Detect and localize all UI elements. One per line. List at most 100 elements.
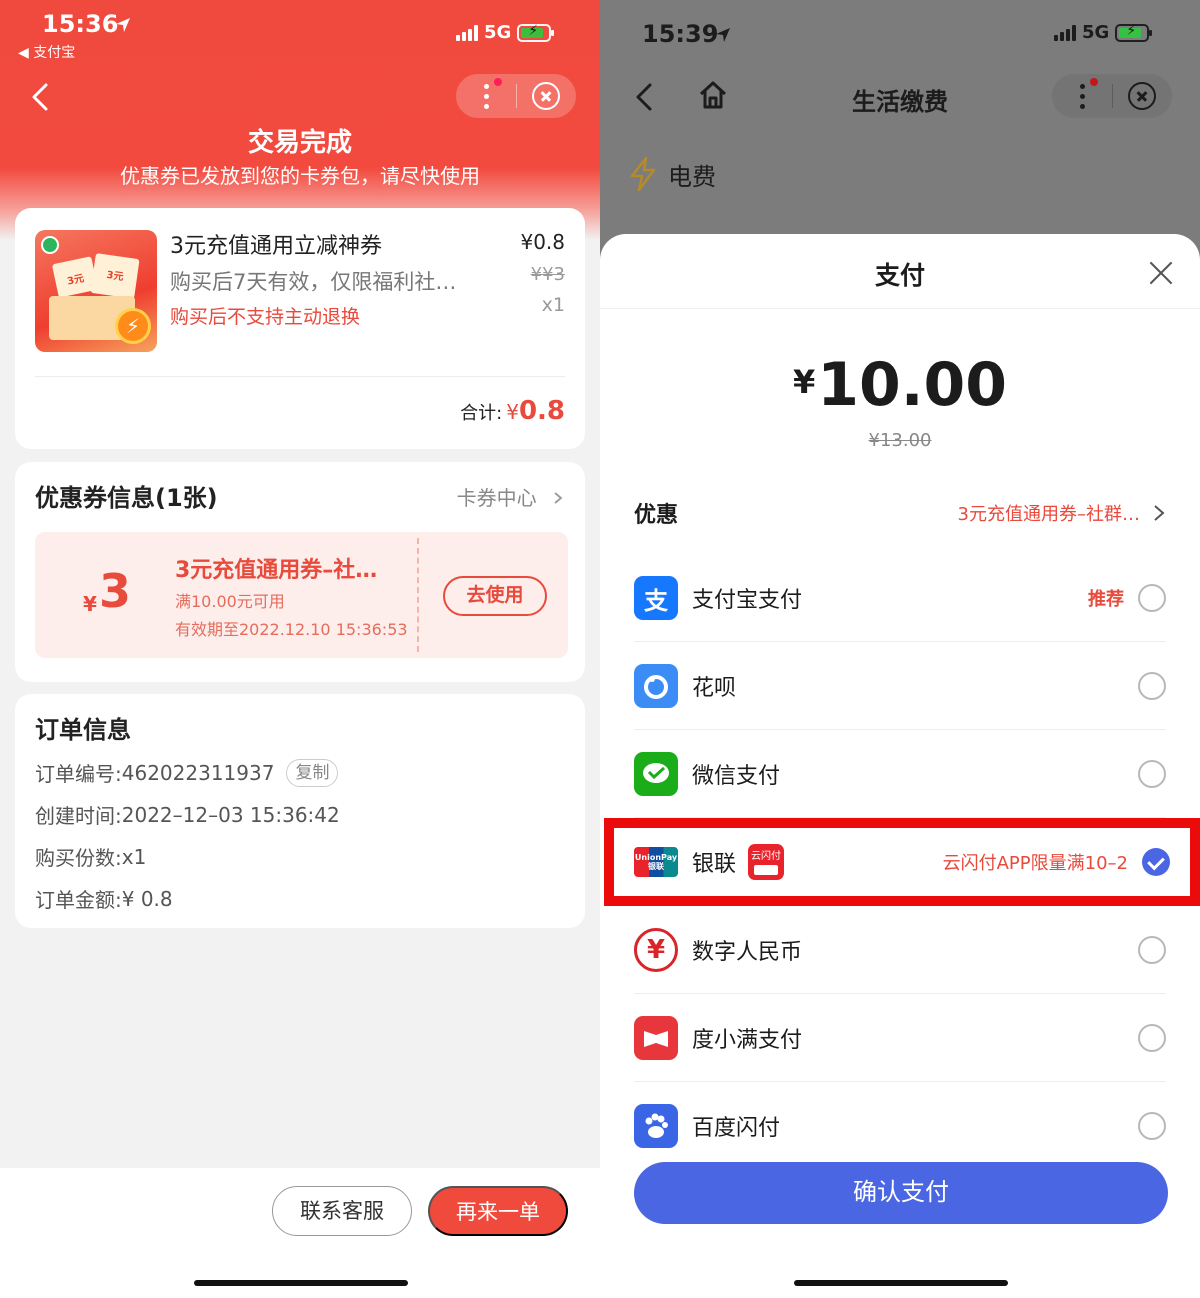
- order-info-card: 订单信息 订单编号: 462022311937 复制 创建时间: 2022–12…: [15, 694, 585, 928]
- signal-icon: [456, 24, 478, 41]
- notification-dot: [494, 77, 502, 86]
- total-label: 合计:: [460, 403, 503, 424]
- status-time: 15:36: [42, 10, 119, 38]
- service-electricity[interactable]: 电费: [628, 156, 716, 192]
- radio-button-checked[interactable]: [1142, 848, 1170, 876]
- product-original-price: ¥¥3: [530, 264, 565, 285]
- header-banner: 15:36 ◀ 支付宝 5G ⚡ 交易完成 优惠券已发放到您的卡券包，请尽快使用: [0, 0, 600, 240]
- divider: [600, 308, 1200, 309]
- order-amount-row: 订单金额: ¥ 0.8: [35, 884, 173, 913]
- duxiaoman-icon: [634, 1016, 678, 1060]
- radio-button[interactable]: [1138, 936, 1166, 964]
- sheet-title: 支付: [874, 261, 925, 290]
- created-time-label: 创建时间:: [35, 804, 122, 828]
- payment-method-name: 花呗: [692, 676, 737, 701]
- card-center-link[interactable]: 卡券中心: [457, 482, 565, 511]
- payment-method-ecny[interactable]: ¥ 数字人民币: [600, 906, 1200, 994]
- payment-method-alipay[interactable]: 支 支付宝支付 推荐: [600, 554, 1200, 642]
- reorder-button[interactable]: 再来一单: [428, 1186, 568, 1236]
- card-center-label: 卡券中心: [456, 486, 537, 510]
- confirm-payment-button[interactable]: 确认支付: [634, 1162, 1168, 1224]
- order-complete-screen: 15:36 ◀ 支付宝 5G ⚡ 交易完成 优惠券已发放到您的卡券包，请尽快使用…: [0, 0, 600, 1298]
- service-label: 电费: [668, 162, 716, 191]
- recommend-tag: 推荐: [1088, 589, 1124, 610]
- home-indicator[interactable]: [794, 1280, 1008, 1286]
- home-indicator[interactable]: [194, 1280, 408, 1286]
- created-time: 2022–12–03 15:36:42: [121, 802, 340, 827]
- coupon-currency: ¥: [83, 592, 97, 616]
- baidu-pay-icon: [634, 1104, 678, 1148]
- product-card: 3元 3元 ⚡ 3元充值通用立减神券 购买后7天有效，仅限福利社… 购买后不支持…: [15, 208, 585, 449]
- radio-button[interactable]: [1138, 1024, 1166, 1052]
- discount-label: 优惠: [634, 503, 679, 528]
- product-quantity: x1: [541, 294, 565, 316]
- location-arrow-icon: [116, 18, 130, 32]
- chevron-right-icon: [1154, 505, 1165, 521]
- coupon-section-title: 优惠券信息(1张): [35, 484, 218, 512]
- radio-button[interactable]: [1138, 672, 1166, 700]
- discount-row[interactable]: 优惠 3元充值通用券–社群…: [634, 496, 1166, 530]
- lightning-icon: [630, 156, 656, 192]
- amount-currency: ¥: [792, 363, 816, 401]
- payment-method-duxiaoman[interactable]: 度小满支付: [600, 994, 1200, 1082]
- payment-method-baidu[interactable]: 百度闪付: [600, 1082, 1200, 1170]
- payment-amount: ¥10.00: [600, 350, 1200, 420]
- contact-support-button[interactable]: 联系客服: [272, 1186, 412, 1236]
- original-amount: ¥13.00: [868, 430, 932, 451]
- close-icon[interactable]: [1148, 260, 1174, 286]
- back-to-app-link[interactable]: ◀ 支付宝: [18, 42, 75, 62]
- payment-method-unionpay[interactable]: UnionPay 银联 银联 云闪付 云闪付APP限量满10–2: [604, 818, 1200, 906]
- close-button[interactable]: [517, 82, 575, 110]
- close-circle-icon: [532, 82, 560, 110]
- use-coupon-button[interactable]: 去使用: [443, 576, 547, 616]
- alipay-icon: 支: [634, 576, 678, 620]
- radio-button[interactable]: [1138, 1112, 1166, 1140]
- promo-tag: 云闪付APP限量满10–2: [942, 853, 1128, 874]
- network-type: 5G: [484, 22, 512, 43]
- product-image: 3元 3元 ⚡: [35, 230, 157, 352]
- wechat-pay-icon: [634, 752, 678, 796]
- payment-method-huabei[interactable]: 花呗: [600, 642, 1200, 730]
- payment-method-name: 数字人民币: [692, 940, 803, 965]
- back-icon[interactable]: [30, 82, 50, 112]
- status-indicators: 5G ⚡: [456, 22, 555, 43]
- refund-warning: 购买后不支持主动退换: [170, 306, 361, 328]
- amount-value: 10.00: [817, 350, 1008, 420]
- product-description: 购买后7天有效，仅限福利社…: [170, 270, 457, 294]
- radio-button[interactable]: [1138, 760, 1166, 788]
- radio-button[interactable]: [1138, 584, 1166, 612]
- signal-icon: [1054, 24, 1076, 41]
- location-arrow-icon: [716, 28, 730, 42]
- mini-program-capsule: [456, 74, 576, 118]
- unionpay-icon: UnionPay 银联: [634, 847, 678, 877]
- battery-icon: ⚡: [1115, 23, 1153, 42]
- network-type: 5G: [1082, 22, 1110, 43]
- dimmed-background: 15:39 5G ⚡ 生活缴费 电费: [600, 0, 1200, 260]
- ecny-icon: ¥: [634, 928, 678, 972]
- brand-badge-icon: [41, 236, 59, 254]
- order-total: 合计: ¥0.8: [460, 396, 565, 426]
- order-number-label: 订单编号:: [35, 762, 122, 786]
- more-dots-icon: [483, 83, 489, 109]
- page-title: 交易完成: [247, 128, 352, 158]
- status-indicators: 5G ⚡: [1054, 22, 1153, 43]
- copy-button[interactable]: 复制: [286, 758, 339, 787]
- payment-method-wechat[interactable]: 微信支付: [600, 730, 1200, 818]
- quantity-value: x1: [121, 844, 147, 869]
- chevron-right-icon: [554, 492, 563, 504]
- coupon-name: 3元充值通用券–社…: [175, 558, 378, 583]
- more-button[interactable]: [456, 77, 516, 109]
- total-amount: 0.8: [518, 396, 565, 426]
- page-subtitle: 优惠券已发放到您的卡券包，请尽快使用: [120, 164, 480, 188]
- close-button[interactable]: [1113, 82, 1171, 110]
- order-number-row: 订单编号: 462022311937 复制: [35, 758, 339, 787]
- order-section-title: 订单信息: [35, 716, 131, 744]
- battery-icon: ⚡: [517, 23, 555, 42]
- payment-method-name: 度小满支付: [692, 1028, 803, 1053]
- coupon-info-card: 优惠券信息(1张) 卡券中心 ¥ 3 3元充值通用券–社… 满10.00元可用 …: [15, 462, 585, 682]
- coupon-condition: 满10.00元可用: [175, 592, 285, 611]
- more-button[interactable]: [1052, 77, 1112, 109]
- lightning-coin-icon: ⚡: [115, 308, 151, 344]
- order-amount: ¥ 0.8: [121, 886, 173, 911]
- created-time-row: 创建时间: 2022–12–03 15:36:42: [35, 800, 340, 829]
